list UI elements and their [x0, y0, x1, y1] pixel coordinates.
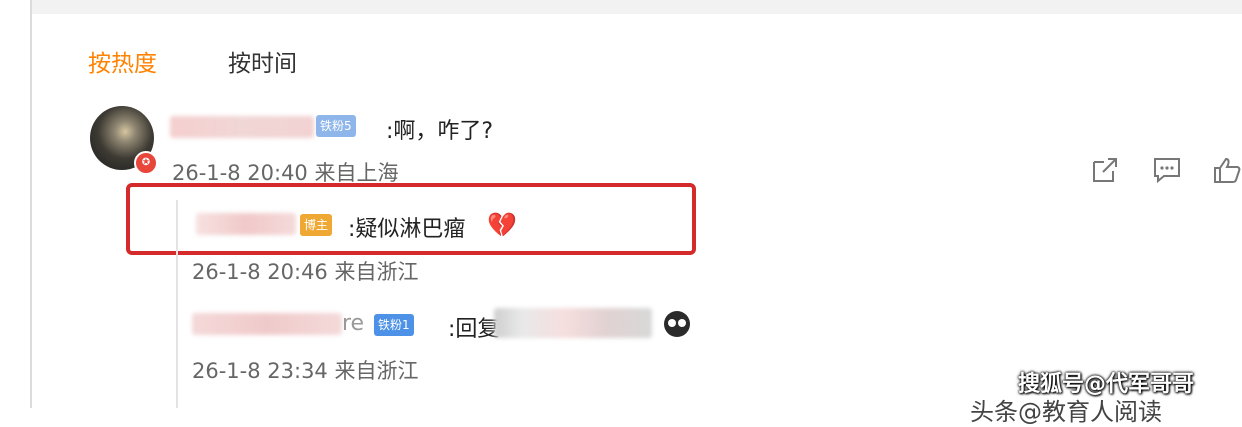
tab-sort-time[interactable]: 按时间 — [228, 44, 297, 78]
like-icon[interactable] — [1212, 156, 1242, 184]
reply2-text: :回复 — [448, 317, 500, 342]
fan-badge-2: 铁粉1 — [374, 314, 414, 336]
emoji-face-icon — [664, 311, 690, 337]
verified-badge-icon: ✪ — [134, 151, 158, 175]
reply-username-blurred[interactable] — [196, 213, 296, 235]
reply2-username-blurred[interactable] — [192, 313, 342, 335]
left-border-line — [30, 0, 32, 408]
blogger-badge: 博主 — [300, 214, 333, 236]
reply-meta: 26-1-8 20:46 来自浙江 — [192, 260, 419, 284]
broken-heart-icon: 💔 — [487, 211, 517, 239]
comment-text: :啊，咋了? — [386, 119, 494, 144]
reply-text: :疑似淋巴瘤 — [348, 217, 466, 242]
share-icon[interactable] — [1090, 156, 1120, 184]
username-blurred[interactable] — [170, 116, 314, 138]
watermark-partial: 头条@教育人阅读 — [970, 398, 1162, 426]
tab-sort-hot[interactable]: 按热度 — [88, 44, 157, 78]
reply-thread-line — [176, 200, 178, 408]
comment-icon[interactable] — [1152, 156, 1182, 184]
reply2-target-blurred — [494, 308, 652, 338]
reply2-username-tail: re — [342, 311, 365, 336]
top-divider-bar — [32, 0, 1242, 14]
reply2-meta: 26-1-8 23:34 来自浙江 — [192, 359, 419, 383]
fan-badge: 铁粉5 — [316, 115, 356, 137]
